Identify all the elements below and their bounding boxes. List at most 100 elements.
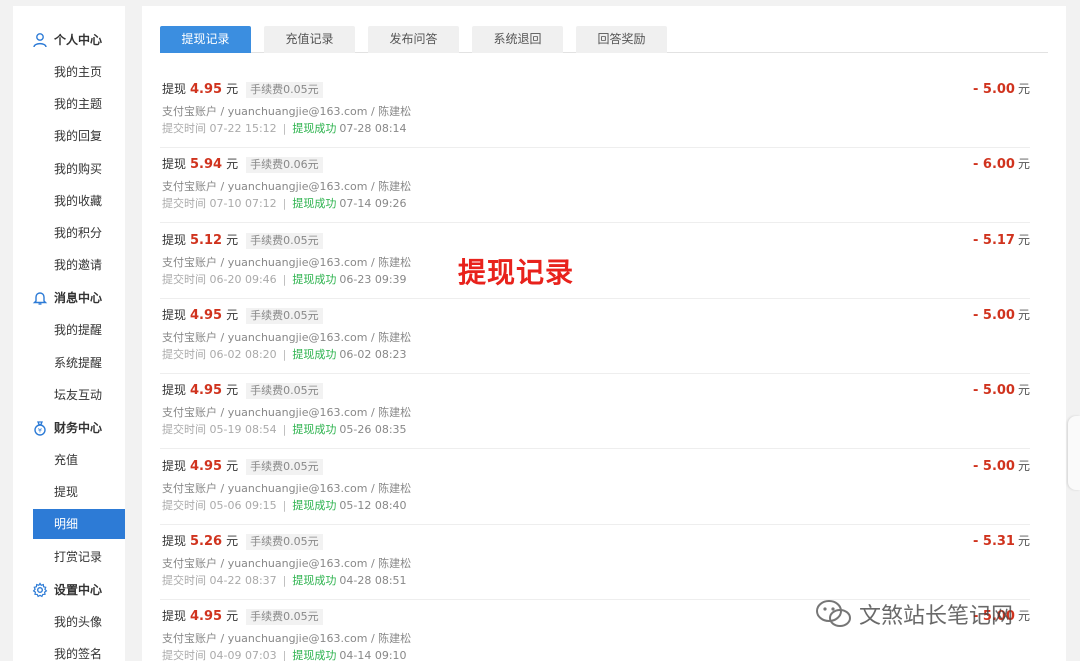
success-label: 提现成功	[292, 498, 337, 512]
overlay-title: 提现记录	[458, 256, 575, 289]
submit-time: 06-02 08:20	[209, 347, 277, 361]
record-type: 提现	[162, 458, 187, 473]
side-float-tab[interactable]	[1068, 416, 1080, 490]
record-type: 提现	[162, 383, 187, 398]
sidebar-section-title: 设置中心	[54, 582, 103, 597]
currency-unit: 元	[226, 232, 239, 247]
currency-unit: 元	[1017, 383, 1030, 398]
submit-time: 04-22 08:37	[209, 573, 277, 587]
record-summary: 提现 5.94 元手续费0.06元	[162, 155, 323, 174]
sidebar-item[interactable]: 我的签名	[13, 639, 125, 661]
sidebar-item[interactable]: 我的邀请	[13, 250, 125, 280]
record-row: 提现 4.95 元手续费0.05元 支付宝账户 / yuanchuangjie@163…	[160, 73, 1030, 148]
bell-icon	[32, 290, 48, 306]
tab-0[interactable]: 提现记录	[160, 26, 251, 53]
currency-unit: 元	[1017, 82, 1030, 96]
total-amount: - 5.17	[972, 232, 1015, 248]
submit-label: 提交时间	[162, 423, 206, 437]
success-label: 提现成功	[292, 272, 337, 286]
sidebar-item[interactable]: 我的购买	[13, 154, 125, 184]
sidebar-section-title: 财务中心	[54, 421, 103, 435]
total-amount: - 5.00	[972, 82, 1015, 97]
record-amount: 4.95	[190, 82, 223, 97]
sidebar-section-3: 设置中心	[13, 574, 125, 606]
fee-badge: 手续费0.05元	[246, 609, 323, 626]
record-account: 支付宝账户 / yuanchuangjie@163.com / 陈建松	[162, 556, 412, 570]
fee-badge: 手续费0.05元	[246, 383, 323, 400]
record-summary: 提现 5.26 元手续费0.05元	[162, 532, 323, 551]
sidebar-item[interactable]: 坛友互动	[13, 380, 125, 410]
fee-badge: 手续费0.05元	[246, 307, 323, 324]
record-row: 提现 4.95 元手续费0.05元 支付宝账户 / yuanchuangjie@163…	[160, 450, 1030, 525]
record-summary: 提现 4.95 元手续费0.05元	[162, 306, 323, 325]
record-amount: 4.95	[190, 609, 223, 625]
sidebar-item[interactable]: 我的收藏	[13, 186, 125, 216]
record-amount: 4.95	[190, 383, 223, 399]
record-row: 提现 5.94 元手续费0.06元 支付宝账户 / yuanchuangjie@163…	[160, 148, 1030, 224]
tab-3[interactable]: 系统退回	[472, 26, 563, 53]
sidebar-section-0: 个人中心	[13, 24, 125, 56]
fee-badge: 手续费0.05元	[246, 232, 323, 249]
sidebar-section-title: 个人中心	[54, 33, 103, 47]
separator: |	[282, 498, 287, 512]
record-summary: 提现 4.95 元手续费0.05元	[162, 607, 323, 626]
sidebar-item[interactable]: 我的主页	[13, 57, 125, 87]
sidebar-section-1: 消息中心	[13, 282, 125, 314]
record-summary: 提现 4.95 元手续费0.05元	[162, 80, 323, 99]
submit-label: 提交时间	[162, 122, 206, 135]
success-time: 04-14 09:10	[339, 649, 407, 661]
tab-2[interactable]: 发布问答	[368, 26, 459, 53]
currency-unit: 元	[226, 82, 239, 96]
sidebar-item[interactable]: 充值	[13, 445, 125, 475]
watermark: 文煞站长笔记网	[815, 598, 1013, 630]
record-summary: 提现 5.12 元手续费0.05元	[162, 231, 323, 250]
sidebar-item[interactable]: 我的提醒	[13, 315, 125, 345]
sidebar-section-2: ¥ 财务中心	[13, 412, 125, 444]
sidebar-item[interactable]: 我的头像	[13, 607, 125, 637]
currency-unit: 元	[1017, 458, 1030, 473]
svg-text:¥: ¥	[38, 427, 42, 435]
record-account: 支付宝账户 / yuanchuangjie@163.com / 陈建松	[162, 406, 412, 420]
record-amount: 4.95	[190, 458, 223, 474]
record-type: 提现	[162, 232, 187, 247]
record-times: 提交时间 05-06 09:15 | 提现成功 05-12 08:40	[162, 498, 407, 514]
separator: |	[282, 573, 287, 587]
submit-label: 提交时间	[162, 649, 206, 661]
tab-1[interactable]: 充值记录	[264, 26, 355, 53]
record-times: 提交时间 06-02 08:20 | 提现成功 06-02 08:23	[162, 347, 407, 363]
currency-unit: 元	[226, 609, 239, 624]
record-amount: 5.12	[190, 232, 223, 248]
sidebar-item[interactable]: 提现	[13, 477, 125, 507]
sidebar-item[interactable]: 我的回复	[13, 121, 125, 151]
submit-time: 05-19 08:54	[209, 423, 277, 437]
success-label: 提现成功	[292, 573, 337, 587]
record-total: - 5.00 元	[973, 457, 1030, 476]
currency-unit: 元	[1017, 307, 1030, 322]
success-time: 04-28 08:51	[339, 573, 407, 587]
sidebar-item[interactable]: 系统提醒	[13, 348, 125, 378]
fee-badge: 手续费0.05元	[246, 82, 323, 98]
currency-unit: 元	[226, 533, 239, 548]
record-amount: 5.94	[190, 157, 223, 173]
separator: |	[282, 122, 287, 135]
sidebar-item[interactable]: 我的主题	[13, 89, 125, 119]
record-account: 支付宝账户 / yuanchuangjie@163.com / 陈建松	[162, 330, 412, 344]
sidebar-item[interactable]: 我的积分	[13, 218, 125, 248]
record-type: 提现	[162, 609, 187, 624]
sidebar-item[interactable]: 明细	[33, 509, 125, 540]
success-time: 07-28 08:14	[339, 122, 407, 135]
record-total: - 6.00 元	[973, 155, 1030, 174]
record-account: 支付宝账户 / yuanchuangjie@163.com / 陈建松	[162, 481, 412, 495]
watermark-text: 文煞站长笔记网	[859, 604, 1014, 629]
gear-icon	[32, 582, 48, 598]
record-amount: 5.26	[190, 533, 223, 549]
record-row: 提现 5.26 元手续费0.05元支付宝账户 / yuanchuangjie@163…	[160, 525, 1030, 600]
tab-4[interactable]: 回答奖励	[576, 26, 667, 53]
total-amount: - 5.00	[972, 383, 1015, 399]
fee-badge: 手续费0.05元	[246, 533, 323, 550]
total-amount: - 6.00	[972, 157, 1015, 173]
record-times: 提交时间 07-10 07:12 | 提现成功 07-14 09:26	[162, 196, 407, 212]
sidebar-item[interactable]: 打赏记录	[13, 542, 125, 572]
currency-unit: 元	[1017, 232, 1030, 247]
success-time: 05-26 08:35	[339, 423, 407, 437]
